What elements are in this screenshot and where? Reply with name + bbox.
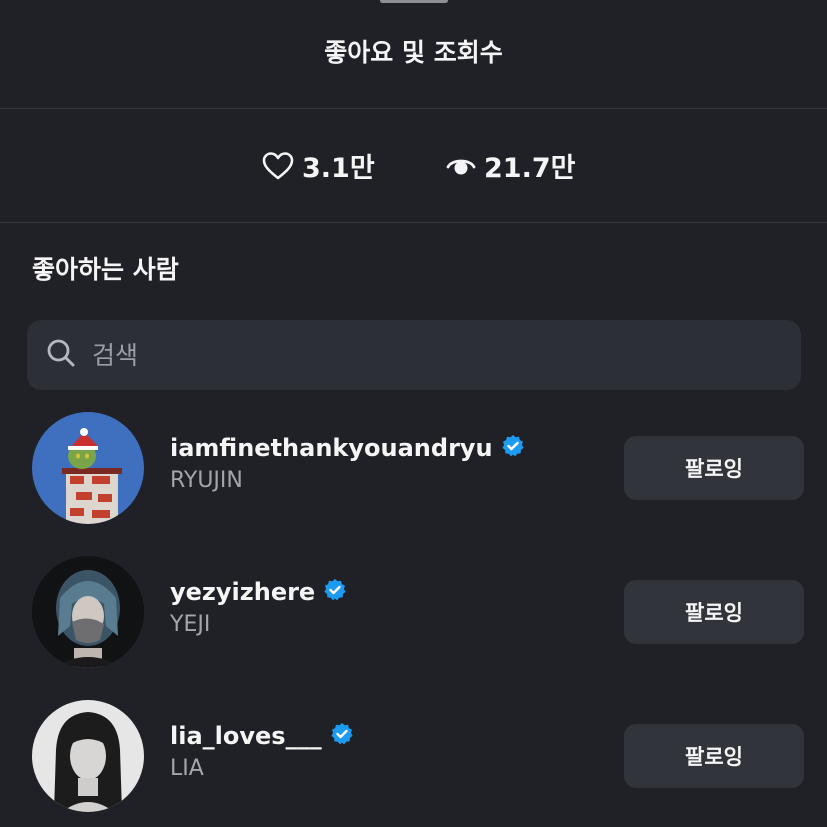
- likes-stat: 3.1만: [262, 109, 375, 222]
- avatar[interactable]: [32, 556, 144, 668]
- user-names: lia_loves___ LIA: [170, 722, 354, 781]
- list-item-user[interactable]: lia_loves___ LIA 팔로잉: [0, 700, 827, 820]
- search-icon: [27, 338, 76, 372]
- verified-badge-icon: [315, 578, 347, 606]
- username-line: lia_loves___: [170, 722, 354, 750]
- display-name: RYUJIN: [170, 468, 243, 493]
- following-button[interactable]: 팔로잉: [624, 724, 804, 788]
- list-item-user[interactable]: iamfinethankyouandryu RYUJIN 팔로잉: [0, 412, 827, 532]
- likers-section-title: 좋아하는 사람: [32, 255, 179, 284]
- verified-badge-icon: [493, 434, 525, 462]
- username-line: yezyizhere: [170, 578, 347, 606]
- page-title: 좋아요 및 조회수: [324, 38, 503, 67]
- stats-bar: 3.1만 21.7만: [0, 109, 827, 223]
- display-name: YEJI: [170, 612, 211, 637]
- following-button[interactable]: 팔로잉: [624, 436, 804, 500]
- sheet-header: 좋아요 및 조회수: [0, 0, 827, 109]
- avatar[interactable]: [32, 412, 144, 524]
- user-names: iamfinethankyouandryu RYUJIN: [170, 434, 525, 493]
- eye-icon: [446, 154, 476, 178]
- search-input[interactable]: [90, 339, 754, 371]
- heart-icon: [262, 151, 294, 181]
- user-names: yezyizhere YEJI: [170, 578, 347, 637]
- list-item-user[interactable]: yezyizhere YEJI 팔로잉: [0, 556, 827, 676]
- username[interactable]: yezyizhere: [170, 578, 315, 606]
- likes-count: 3.1만: [302, 153, 375, 184]
- avatar[interactable]: [32, 700, 144, 812]
- username[interactable]: iamfinethankyouandryu: [170, 434, 493, 462]
- username[interactable]: lia_loves___: [170, 722, 322, 750]
- views-count: 21.7만: [484, 153, 576, 184]
- likes-views-sheet: 좋아요 및 조회수 3.1만 21.7만 좋아하는 사람 검색 iamfinet…: [0, 0, 827, 827]
- display-name: LIA: [170, 756, 204, 781]
- search-bar[interactable]: [27, 320, 801, 390]
- verified-badge-icon: [322, 722, 354, 750]
- views-stat: 21.7만: [446, 109, 575, 222]
- following-button[interactable]: 팔로잉: [624, 580, 804, 644]
- username-line: iamfinethankyouandryu: [170, 434, 525, 462]
